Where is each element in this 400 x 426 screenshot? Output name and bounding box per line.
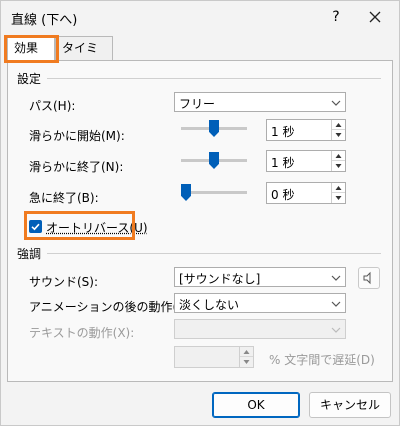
title-bar: 直線 (下へ) ? [1,1,399,33]
chevron-down-icon [331,301,341,307]
after-animation-label: アニメーションの後の動作(A): [29,300,195,314]
spinner-buttons [239,347,253,367]
settings-divider [47,78,381,79]
delay-suffix-label: % 文字間で遅延(D) [269,353,375,367]
caret-up-icon [335,154,342,158]
caret-up-icon [335,186,342,190]
enhancements-group-label: 強調 [17,247,42,261]
sound-select[interactable]: [サウンドなし] [174,267,346,287]
auto-reverse-checkbox[interactable] [29,220,42,233]
smooth-end-slider[interactable] [181,151,247,171]
after-animation-value: 淡くしない [179,298,240,312]
bounce-end-label: 急に終了(B): [29,191,99,205]
path-select[interactable]: フリー [174,92,346,112]
bounce-end-slider[interactable] [181,183,247,203]
spin-down-button[interactable] [332,161,345,171]
chevron-down-icon [331,327,341,333]
path-value: フリー [179,97,216,111]
ok-button[interactable]: OK [212,392,300,418]
sound-label: サウンド(S): [29,275,99,289]
chevron-down-icon [331,275,341,281]
smooth-start-spinner[interactable]: 1 秒 [266,119,346,141]
enhancements-divider [47,253,381,254]
slider-thumb[interactable] [209,152,219,169]
close-icon [369,11,381,23]
spin-up-button[interactable] [332,120,345,130]
settings-group-label: 設定 [17,72,42,86]
bounce-end-value: 0 秒 [271,188,295,202]
tab-timing[interactable]: タイミング [55,36,113,77]
slider-thumb[interactable] [209,120,219,137]
animate-text-select [174,319,346,339]
tab-effect[interactable]: 効果 [7,36,55,61]
caret-up-icon [243,350,250,354]
caret-down-icon [335,133,342,137]
close-button[interactable] [363,5,387,29]
spin-up-button [240,347,253,357]
path-label: パス(H): [29,99,76,113]
spin-down-button [240,357,253,367]
after-animation-select[interactable]: 淡くしない [174,293,346,313]
smooth-start-label: 滑らかに開始(M): [29,129,125,143]
slider-thumb[interactable] [181,184,191,201]
spin-up-button[interactable] [332,151,345,161]
spin-down-button[interactable] [332,193,345,203]
animate-text-label: テキストの動作(X): [29,326,135,340]
smooth-start-slider[interactable] [181,119,247,139]
smooth-end-label: 滑らかに終了(N): [29,160,124,174]
caret-down-icon [335,164,342,168]
spinner-buttons [331,183,345,203]
speaker-icon [363,271,371,285]
cancel-button[interactable]: キャンセル [309,392,391,418]
dialog-title: 直線 (下へ) [11,13,78,28]
spinner-buttons [331,120,345,140]
bounce-end-spinner[interactable]: 0 秒 [266,182,346,204]
spin-up-button[interactable] [332,183,345,193]
help-button[interactable]: ? [326,7,346,27]
caret-up-icon [335,123,342,127]
effect-options-dialog: 直線 (下へ) ? 効果 タイミング 設定 パス(H): フリー 滑らかに開始(… [0,0,400,426]
chevron-down-icon [331,100,341,106]
smooth-start-value: 1 秒 [271,125,295,139]
smooth-end-spinner[interactable]: 1 秒 [266,150,346,172]
check-icon [31,223,40,231]
spin-down-button[interactable] [332,130,345,140]
caret-down-icon [335,196,342,200]
sound-value: [サウンドなし] [179,272,261,286]
spinner-buttons [331,151,345,171]
delay-spinner [174,346,254,368]
smooth-end-value: 1 秒 [271,156,295,170]
caret-down-icon [243,360,250,364]
auto-reverse-label[interactable]: オートリバース(U) [46,219,148,236]
sound-volume-button[interactable] [358,267,380,289]
